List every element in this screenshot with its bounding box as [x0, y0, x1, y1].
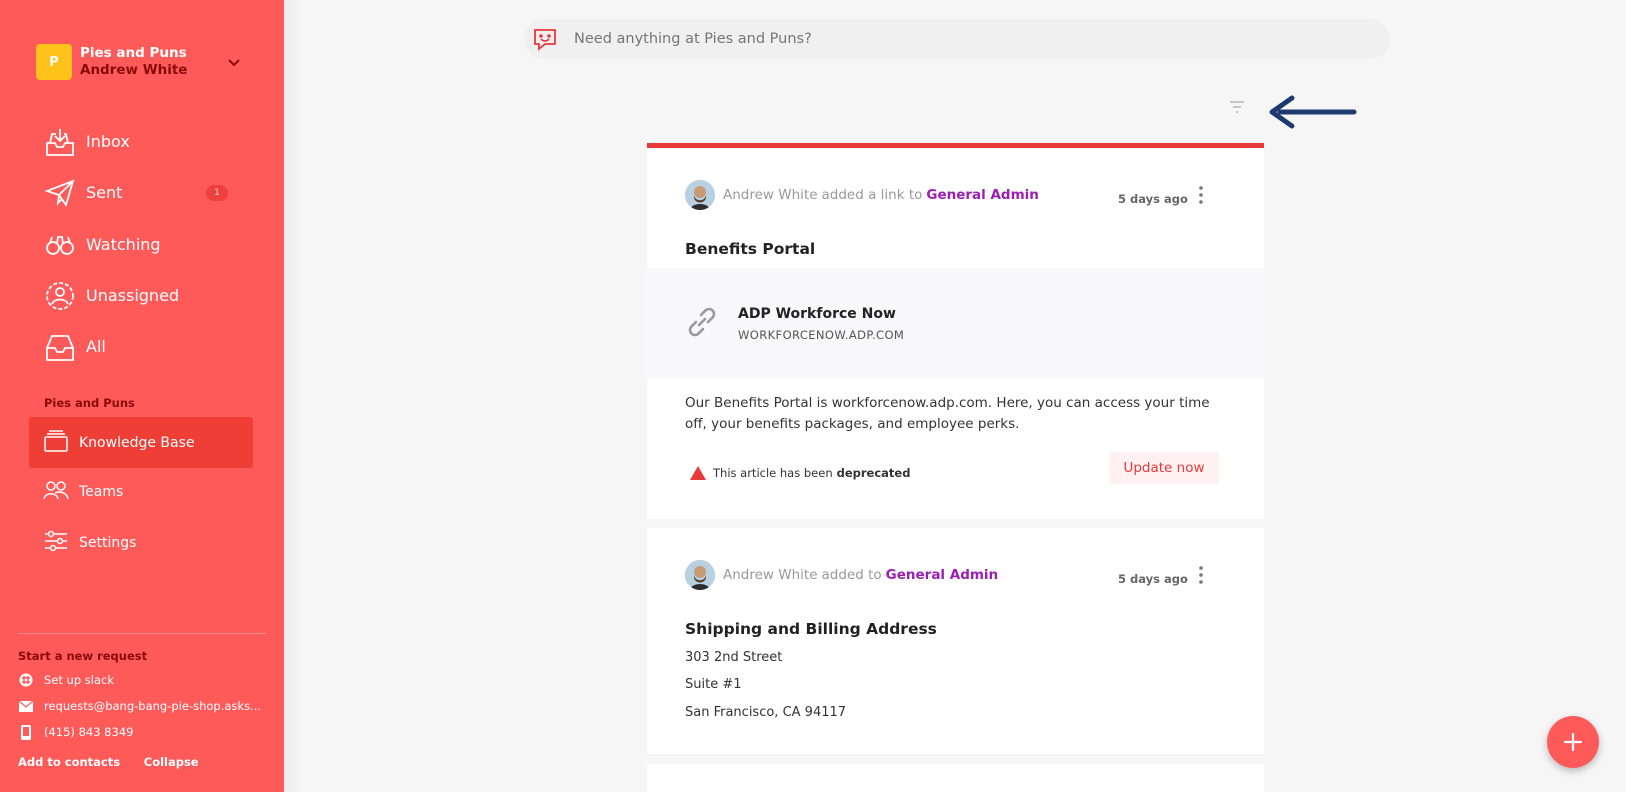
sidebar-item-knowledge-base[interactable]: Knowledge Base [29, 417, 253, 468]
deprecated-warning: This article has been deprecated [689, 463, 910, 483]
request-phone-link[interactable]: (415) 843 8349 [18, 724, 133, 740]
new-request-title: Start a new request [18, 649, 148, 663]
nav-item-all[interactable]: All [44, 321, 264, 372]
feed-card [647, 764, 1264, 792]
request-email-link[interactable]: requests@bang-bang-pie-shop.asks... [18, 698, 261, 714]
update-now-button[interactable]: Update now [1109, 452, 1219, 484]
org-user: Andrew White [80, 62, 188, 78]
inbox-icon [44, 126, 76, 158]
card-title[interactable]: Benefits Portal [685, 240, 815, 258]
main-nav: Inbox Sent 1 Watching Unassigned All [44, 116, 264, 372]
sidebar-item-teams[interactable]: Teams [43, 476, 263, 508]
card-description: Our Benefits Portal is workforcenow.adp.… [685, 395, 1210, 432]
sidebar-item-settings[interactable]: Settings [43, 527, 263, 559]
action-text: added a link to [821, 187, 923, 203]
more-options-icon[interactable] [1194, 565, 1208, 585]
link-title: ADP Workforce Now [738, 306, 896, 322]
sliders-icon [43, 530, 69, 556]
mail-icon [18, 698, 34, 714]
chat-smile-icon [530, 24, 560, 54]
section-label: Pies and Puns [44, 396, 135, 410]
nav-label: Watching [86, 234, 161, 254]
search-bar [524, 19, 1390, 59]
collapse-link[interactable]: Collapse [144, 755, 199, 769]
link-preview[interactable]: ADP Workforce Now WORKFORCENOW.ADP.COM [647, 268, 1264, 378]
warning-icon [690, 466, 706, 480]
plus-icon [1563, 732, 1583, 752]
paper-plane-icon [44, 177, 76, 209]
add-button[interactable] [1547, 716, 1599, 768]
target-link[interactable]: General Admin [926, 187, 1039, 203]
arrow-pointer-icon [1269, 95, 1357, 129]
team-icon [43, 479, 69, 505]
target-link[interactable]: General Admin [886, 567, 999, 583]
org-avatar: P [36, 44, 72, 80]
footer-label: requests@bang-bang-pie-shop.asks... [44, 699, 262, 713]
address-line: San Francisco, CA 94117 [685, 705, 847, 720]
org-name: Pies and Puns [80, 45, 187, 61]
org-switcher[interactable]: P Pies and Puns Andrew White [36, 44, 276, 80]
card-title[interactable]: Shipping and Billing Address [685, 620, 937, 638]
nav-label: Unassigned [86, 286, 180, 306]
sidebar: P Pies and Puns Andrew White Inbox Sent … [0, 0, 284, 792]
user-circle-icon [44, 280, 76, 312]
footer-label: Set up slack [44, 673, 114, 687]
nav-item-unassigned[interactable]: Unassigned [44, 270, 264, 321]
warning-strong: deprecated [836, 466, 911, 480]
link-icon [688, 307, 716, 337]
sidebar-item-label: Settings [79, 535, 137, 551]
action-text: added to [821, 567, 882, 583]
sidebar-item-label: Teams [79, 484, 124, 500]
address-line: 303 2nd Street [685, 650, 783, 665]
filter-icon[interactable] [1228, 98, 1246, 116]
feed-card: Andrew White added to General Admin 5 da… [647, 528, 1264, 754]
feed-card: Andrew White added a link to General Adm… [647, 143, 1264, 519]
nav-item-inbox[interactable]: Inbox [44, 116, 264, 167]
timestamp: 5 days ago [1118, 572, 1188, 586]
binoculars-icon [44, 228, 76, 260]
more-options-icon[interactable] [1194, 185, 1208, 205]
add-to-contacts-link[interactable]: Add to contacts [18, 755, 120, 769]
sidebar-shadow [284, 0, 304, 792]
nav-item-sent[interactable]: Sent 1 [44, 167, 264, 218]
layers-icon [43, 429, 69, 457]
author-name: Andrew White [723, 567, 818, 583]
warning-text: This article has been [713, 466, 833, 480]
link-url: WORKFORCENOW.ADP.COM [738, 328, 905, 342]
sidebar-item-label: Knowledge Base [79, 434, 195, 451]
sidebar-divider [18, 633, 266, 634]
phone-icon [18, 724, 34, 740]
nav-label: All [86, 337, 106, 357]
nav-item-watching[interactable]: Watching [44, 219, 264, 270]
timestamp: 5 days ago [1118, 192, 1188, 206]
search-input[interactable] [574, 31, 1274, 47]
card-meta: Andrew White added to General Admin [685, 560, 998, 590]
footer-label: (415) 843 8349 [44, 725, 134, 739]
card-meta: Andrew White added a link to General Adm… [685, 180, 1039, 210]
sent-count-badge: 1 [206, 185, 228, 202]
avatar [685, 560, 715, 590]
nav-label: Sent [86, 183, 123, 203]
tray-icon [44, 331, 76, 363]
slack-icon [18, 672, 34, 688]
chevron-down-icon[interactable] [226, 54, 242, 70]
nav-label: Inbox [86, 132, 130, 152]
setup-slack-link[interactable]: Set up slack [18, 672, 114, 688]
author-name: Andrew White [723, 187, 818, 203]
address-line: Suite #1 [685, 677, 742, 692]
avatar [685, 180, 715, 210]
footer-links: Add to contacts Collapse [18, 755, 219, 769]
